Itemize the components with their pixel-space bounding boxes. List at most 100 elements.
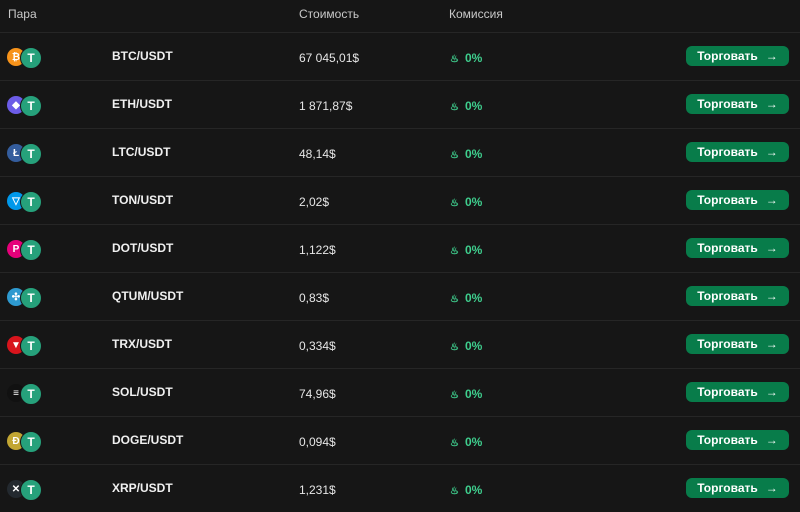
pair-icons: ≡ T — [7, 382, 43, 405]
flame-icon: ♨ — [450, 342, 459, 353]
pair-fee: ♨ 0% — [450, 51, 482, 65]
pair-fee: ♨ 0% — [450, 147, 482, 161]
arrow-right-icon: → — [765, 337, 778, 351]
pair-icons: P T — [7, 238, 43, 261]
trade-button[interactable]: Торговать → — [686, 286, 789, 306]
table-row: ≡ T SOL/USDT 74,96$ ♨ 0% Торговать → — [0, 368, 800, 416]
pair-fee: ♨ 0% — [450, 99, 482, 113]
pair-price: 1 871,87$ — [299, 99, 353, 113]
tether-icon: T — [20, 335, 42, 357]
trade-button-label: Торговать — [697, 289, 758, 303]
tether-icon: T — [20, 191, 42, 213]
trade-button[interactable]: Торговать → — [686, 238, 789, 258]
trade-button-label: Торговать — [697, 49, 758, 63]
pairs-table: ₿ T BTC/USDT 67 045,01$ ♨ 0% Торговать → ◆… — [0, 32, 800, 512]
pair-price: 0,334$ — [299, 339, 336, 353]
table-row: Ð T DOGE/USDT 0,094$ ♨ 0% Торговать → — [0, 416, 800, 464]
pair-name: TON/USDT — [112, 193, 174, 207]
flame-icon: ♨ — [450, 54, 459, 65]
trade-button-label: Торговать — [697, 241, 758, 255]
tether-icon: T — [20, 431, 42, 453]
fee-value: 0% — [464, 195, 483, 209]
arrow-right-icon: → — [765, 241, 778, 255]
pair-name: ETH/USDT — [112, 97, 172, 111]
tether-icon: T — [20, 143, 42, 165]
fee-value: 0% — [464, 243, 483, 257]
arrow-right-icon: → — [765, 97, 778, 111]
fee-value: 0% — [464, 147, 483, 161]
trade-button[interactable]: Торговать → — [686, 190, 789, 210]
tether-icon: T — [20, 383, 42, 405]
trade-button[interactable]: Торговать → — [686, 46, 789, 66]
pair-name: SOL/USDT — [112, 385, 173, 399]
pair-name: LTC/USDT — [112, 145, 171, 159]
table-row: ◆ T ETH/USDT 1 871,87$ ♨ 0% Торговать → — [0, 80, 800, 128]
tether-icon: T — [20, 287, 42, 309]
table-row: P T DOT/USDT 1,122$ ♨ 0% Торговать → — [0, 224, 800, 272]
table-row: ✕ T XRP/USDT 1,231$ ♨ 0% Торговать → — [0, 464, 800, 512]
trade-button-label: Торговать — [697, 193, 758, 207]
flame-icon: ♨ — [450, 486, 459, 497]
trade-button[interactable]: Торговать → — [686, 382, 789, 402]
pair-icons: Ð T — [7, 430, 43, 453]
table-row: ₿ T BTC/USDT 67 045,01$ ♨ 0% Торговать → — [0, 32, 800, 80]
trade-button-label: Торговать — [697, 385, 758, 399]
trade-button[interactable]: Торговать → — [686, 142, 789, 162]
pair-icons: ₿ T — [7, 46, 43, 69]
trade-button-label: Торговать — [697, 481, 758, 495]
table-row: ▼ T TRX/USDT 0,334$ ♨ 0% Торговать → — [0, 320, 800, 368]
pair-name: XRP/USDT — [112, 481, 173, 495]
fee-value: 0% — [464, 339, 483, 353]
flame-icon: ♨ — [450, 198, 459, 209]
pair-price: 48,14$ — [299, 147, 336, 161]
pair-icons: ✣ T — [7, 286, 43, 309]
table-row: Ł T LTC/USDT 48,14$ ♨ 0% Торговать → — [0, 128, 800, 176]
pair-fee: ♨ 0% — [450, 339, 482, 353]
column-header-price: Стоимость — [299, 7, 360, 21]
pair-price: 0,094$ — [299, 435, 336, 449]
arrow-right-icon: → — [765, 289, 778, 303]
flame-icon: ♨ — [450, 246, 459, 257]
pair-icons: Ł T — [7, 142, 43, 165]
pair-price: 2,02$ — [299, 195, 330, 209]
trade-button[interactable]: Торговать → — [686, 430, 789, 450]
flame-icon: ♨ — [450, 150, 459, 161]
pair-name: QTUM/USDT — [112, 289, 184, 303]
column-header-fee: Комиссия — [449, 7, 503, 21]
table-row: ▽ T TON/USDT 2,02$ ♨ 0% Торговать → — [0, 176, 800, 224]
trade-button-label: Торговать — [697, 97, 758, 111]
pair-name: TRX/USDT — [112, 337, 172, 351]
flame-icon: ♨ — [450, 438, 459, 449]
trade-button[interactable]: Торговать → — [686, 94, 789, 114]
trade-button[interactable]: Торговать → — [686, 334, 789, 354]
trade-button[interactable]: Торговать → — [686, 478, 789, 498]
pair-fee: ♨ 0% — [450, 195, 482, 209]
tether-icon: T — [20, 95, 42, 117]
trade-button-label: Торговать — [697, 433, 758, 447]
fee-value: 0% — [464, 51, 483, 65]
arrow-right-icon: → — [765, 145, 778, 159]
arrow-right-icon: → — [765, 49, 778, 63]
pair-fee: ♨ 0% — [450, 291, 482, 305]
table-header: Пара Стоимость Комиссия — [0, 0, 800, 32]
pair-icons: ▽ T — [7, 190, 43, 213]
flame-icon: ♨ — [450, 390, 459, 401]
tether-icon: T — [20, 479, 42, 501]
pair-icons: ✕ T — [7, 478, 43, 501]
flame-icon: ♨ — [450, 294, 459, 305]
trade-button-label: Торговать — [697, 337, 758, 351]
tether-icon: T — [20, 47, 42, 69]
arrow-right-icon: → — [765, 193, 778, 207]
table-row: ✣ T QTUM/USDT 0,83$ ♨ 0% Торговать → — [0, 272, 800, 320]
trade-button-label: Торговать — [697, 145, 758, 159]
tether-icon: T — [20, 239, 42, 261]
pair-price: 1,122$ — [299, 243, 336, 257]
fee-value: 0% — [464, 435, 483, 449]
arrow-right-icon: → — [765, 385, 778, 399]
arrow-right-icon: → — [765, 481, 778, 495]
pair-name: DOGE/USDT — [112, 433, 184, 447]
pair-fee: ♨ 0% — [450, 243, 482, 257]
fee-value: 0% — [464, 387, 483, 401]
fee-value: 0% — [464, 291, 483, 305]
column-header-pair: Пара — [8, 7, 37, 21]
